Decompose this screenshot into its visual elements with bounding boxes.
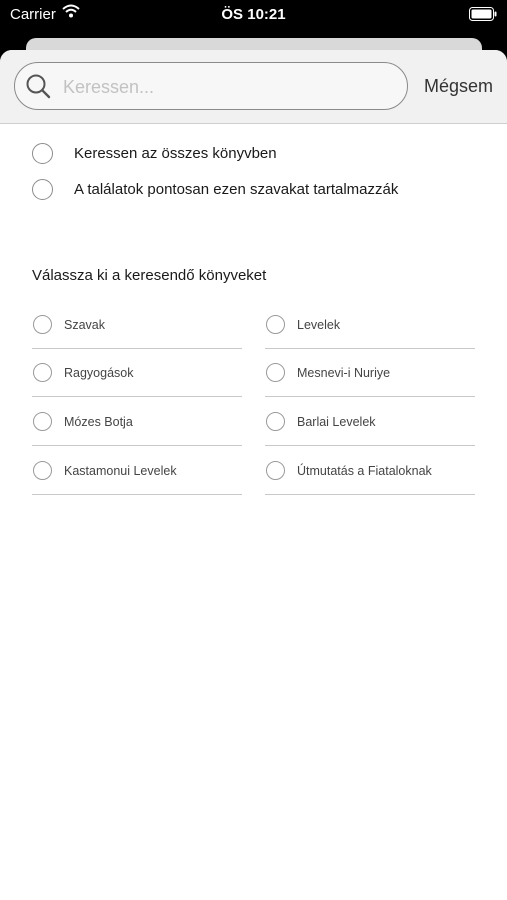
book-label: Mózes Botja (64, 414, 133, 429)
book-label: Ragyogások (64, 365, 134, 380)
radio-button[interactable] (33, 363, 52, 382)
book-item-mesnevi-i-nuriye[interactable]: Mesnevi-i Nuriye (265, 349, 475, 397)
radio-button[interactable] (266, 363, 285, 382)
books-section-title: Válassza ki a keresendő könyveket (32, 267, 267, 284)
option-label: Keressen az összes könyvben (74, 144, 277, 162)
book-label: Szavak (64, 317, 105, 332)
status-bar: Carrier ÖS 10:21 (0, 0, 507, 30)
search-box[interactable] (14, 62, 408, 110)
radio-button[interactable] (266, 412, 285, 431)
search-input[interactable] (61, 72, 395, 102)
book-item-levelek[interactable]: Levelek (265, 301, 475, 349)
book-item-barlai-levelek[interactable]: Barlai Levelek (265, 398, 475, 446)
radio-button[interactable] (33, 461, 52, 480)
radio-button[interactable] (33, 315, 52, 334)
book-label: Barlai Levelek (297, 414, 376, 429)
book-item-utmutatas-a-fiataloknak[interactable]: Útmutatás a Fiataloknak (265, 447, 475, 495)
radio-button[interactable] (33, 412, 52, 431)
book-label: Útmutatás a Fiataloknak (297, 463, 432, 478)
book-item-szavak[interactable]: Szavak (32, 301, 242, 349)
book-label: Kastamonui Levelek (64, 463, 177, 478)
search-icon (25, 73, 51, 104)
book-item-ragyogasok[interactable]: Ragyogások (32, 349, 242, 397)
book-item-kastamonui-levelek[interactable]: Kastamonui Levelek (32, 447, 242, 495)
option-search-all-books[interactable]: Keressen az összes könyvben (32, 140, 277, 166)
cancel-button[interactable]: Mégsem (424, 76, 493, 97)
radio-button[interactable] (32, 142, 53, 164)
battery-icon (469, 7, 497, 25)
option-label: A találatok pontosan ezen szavakat tarta… (74, 180, 399, 198)
radio-button[interactable] (32, 178, 53, 200)
search-header: Mégsem (0, 50, 507, 124)
search-sheet: Mégsem Keressen az összes könyvben A tal… (0, 50, 507, 900)
book-label: Levelek (297, 317, 341, 332)
clock-time: ÖS 10:21 (221, 6, 286, 23)
option-exact-words[interactable]: A találatok pontosan ezen szavakat tarta… (32, 176, 398, 202)
radio-button[interactable] (266, 315, 285, 334)
radio-button[interactable] (266, 461, 285, 480)
book-label: Mesnevi-i Nuriye (297, 365, 391, 380)
book-item-mozes-botja[interactable]: Mózes Botja (32, 398, 242, 446)
